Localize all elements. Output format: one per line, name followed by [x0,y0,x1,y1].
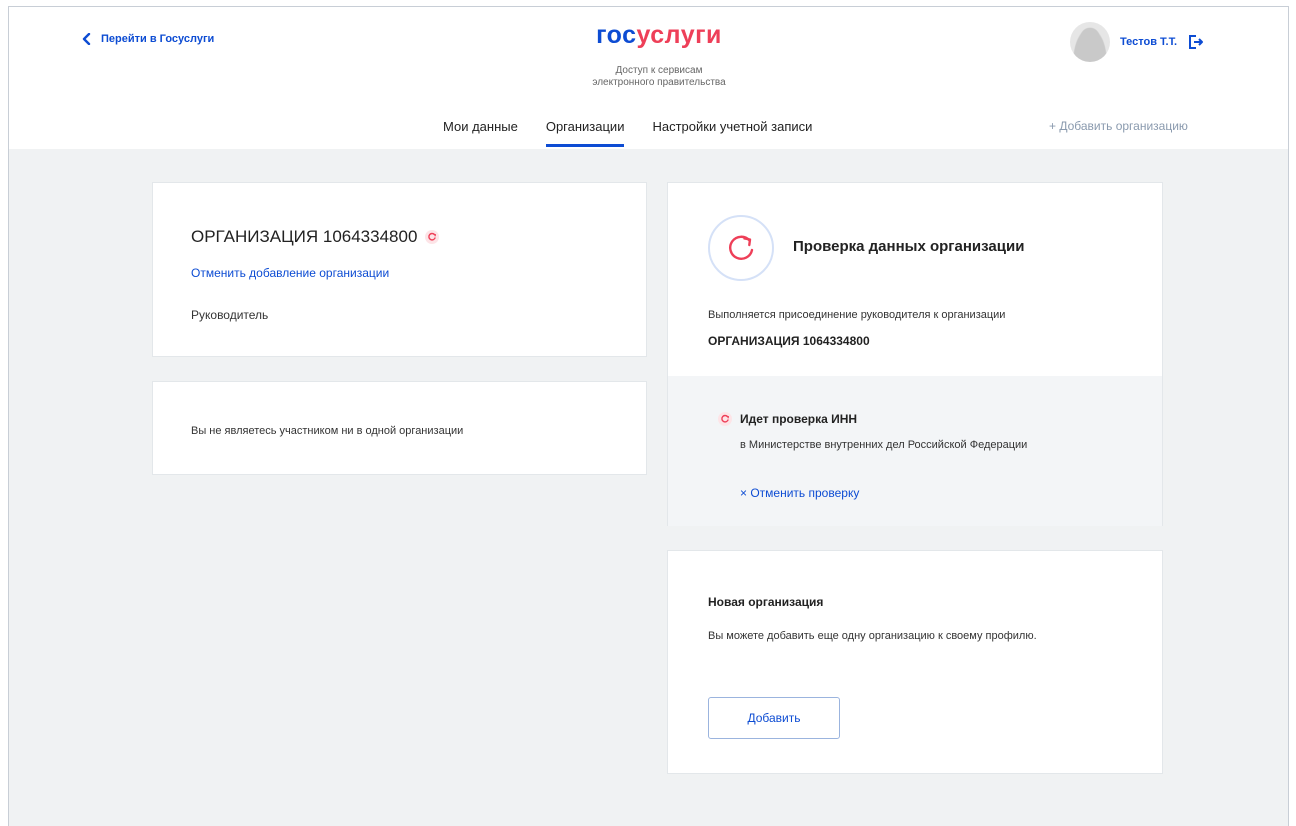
profile-tabs: Мои данные Организации Настройки учетной… [429,111,826,147]
page-header: Перейти в Госуслуги госуслуги Доступ к с… [9,7,1288,149]
membership-text: Вы не являетесь участником ни в одной ор… [191,425,464,437]
organization-card: ОРГАНИЗАЦИЯ 1064334800 Отменить добавлен… [152,182,647,357]
inn-check-description: в Министерстве внутренних дел Российской… [740,439,1028,451]
new-organization-card: Новая организация Вы можете добавить еще… [667,550,1163,774]
membership-card: Вы не являетесь участником ни в одной ор… [152,381,647,475]
chevron-left-icon [82,33,91,45]
sync-status-icon [425,230,440,244]
new-org-title: Новая организация [708,595,824,609]
verification-title: Проверка данных организации [793,238,1025,255]
tagline-line-2: электронного правительства [592,77,726,88]
sync-status-icon [718,412,732,426]
tab-account-settings[interactable]: Настройки учетной записи [638,111,826,147]
tab-my-data[interactable]: Мои данные [429,111,532,147]
back-link-label: Перейти в Госуслуги [101,33,215,45]
main-content: ОРГАНИЗАЦИЯ 1064334800 Отменить добавлен… [9,149,1288,826]
logo-part-gos: гос [596,21,637,49]
new-org-description: Вы можете добавить еще одну организацию … [708,630,1037,642]
tagline-line-1: Доступ к сервисам [615,65,703,76]
tagline: Доступ к сервисам электронного правитель… [529,65,789,89]
verification-description: Выполняется присоединение руководителя к… [708,309,1006,321]
user-name[interactable]: Тестов Т.Т. [1120,36,1177,48]
refresh-icon [708,215,774,281]
add-organization-button[interactable]: Добавить [708,697,840,739]
tab-organizations[interactable]: Организации [532,111,639,147]
verification-card: Проверка данных организации Выполняется … [667,182,1163,376]
inn-check-title: Идет проверка ИНН [740,412,858,426]
org-title: ОРГАНИЗАЦИЯ 1064334800 [191,227,418,246]
avatar[interactable] [1070,22,1110,62]
logo-part-uslugi: услуги [636,21,722,49]
back-to-gosuslugi-link[interactable]: Перейти в Госуслуги [81,33,214,45]
user-menu[interactable]: Тестов Т.Т. [1070,22,1205,62]
org-role: Руководитель [191,308,269,322]
gosuslugi-logo[interactable]: госуслуги [569,21,749,50]
inn-check-panel: Идет проверка ИНН в Министерстве внутрен… [667,376,1163,526]
cancel-check-link[interactable]: × Отменить проверку [740,486,859,500]
inn-check-title-row: Идет проверка ИНН [718,412,857,426]
add-organization-link[interactable]: + Добавить организацию [1049,119,1188,133]
verification-org-name: ОРГАНИЗАЦИЯ 1064334800 [708,334,870,348]
logout-icon[interactable] [1187,33,1205,51]
cancel-add-organization-link[interactable]: Отменить добавление организации [191,266,389,280]
org-title-row: ОРГАНИЗАЦИЯ 1064334800 [191,227,440,247]
